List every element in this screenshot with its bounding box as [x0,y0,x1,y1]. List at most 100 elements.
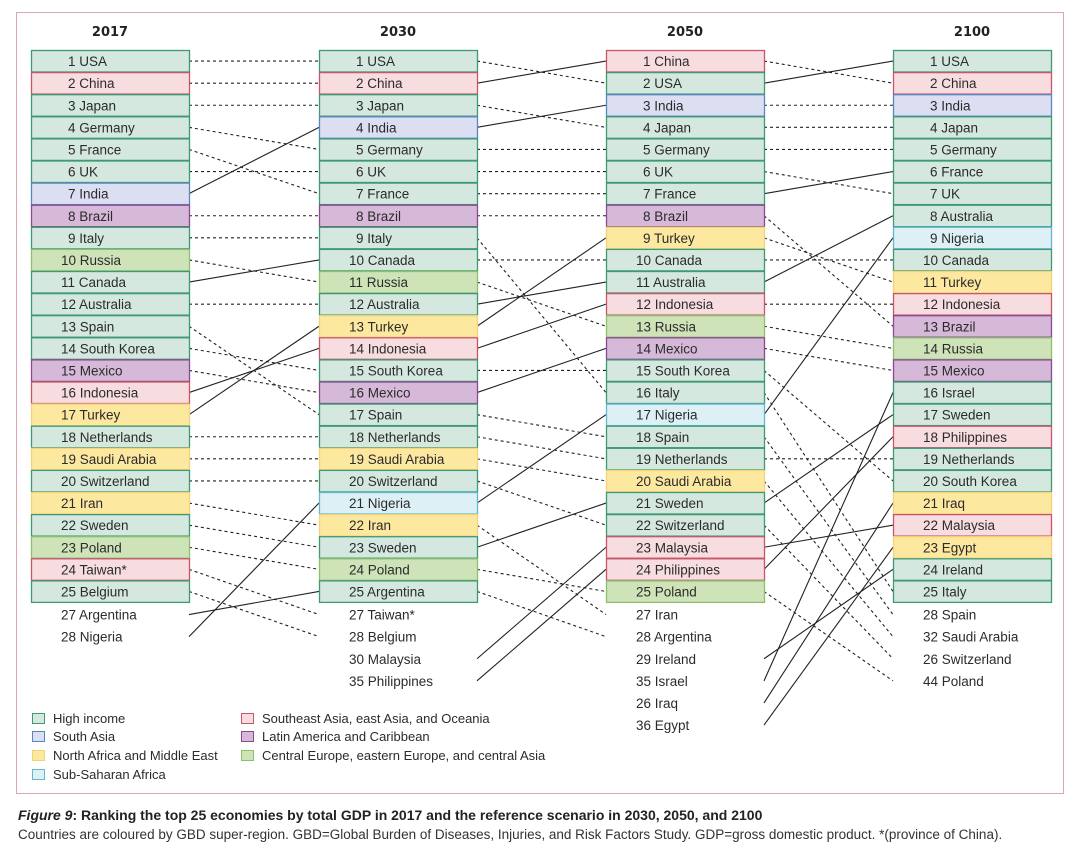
connector-line [763,436,894,570]
rank-label: 16 Mexico [349,386,411,401]
rank-box [892,182,1053,206]
rank-label: 23 Poland [61,540,122,555]
rank-label: 3 Japan [68,98,116,113]
rank-label: 11 Australia [636,275,706,290]
rank-label: 12 Indonesia [923,297,1001,312]
connector-line [763,215,894,327]
rank-box [318,49,479,73]
rank-label: 25 Belgium [61,584,129,599]
legend-swatch [241,713,254,724]
outside-rank-label: 26 Iraq [636,696,678,711]
rank-label: 9 Turkey [643,231,695,246]
rank-box [30,226,191,250]
connector-line [476,237,607,327]
legend-swatch [241,731,254,742]
rank-label: 18 Netherlands [61,430,153,445]
rank-label: 21 Sweden [636,496,704,511]
year-label: 2100 [954,25,990,40]
rank-box [605,94,766,117]
connector-line [476,414,607,504]
rank-label: 16 Israel [923,386,975,401]
rank-label: 13 Turkey [349,319,409,334]
rank-label: 19 Saudi Arabia [61,452,157,467]
rank-box [892,491,1053,515]
legend-item-north-africa-middle-east: North Africa and Middle East [32,748,218,763]
connector-line [188,546,320,570]
rank-label: 20 South Korea [923,474,1017,489]
rank-label: 25 Italy [923,584,967,599]
connector-line [188,502,320,526]
connector-line [476,546,607,660]
rank-label: 13 Russia [636,319,697,334]
rank-label: 9 Italy [356,231,392,246]
rank-label: 7 France [643,187,696,202]
rank-box [318,226,479,250]
outside-rank-label: 27 Taiwan* [349,608,416,623]
connector-line [476,568,607,682]
legend-item-central-europe: Central Europe, eastern Europe, and cent… [241,748,545,763]
connector-line [763,392,894,592]
connector-line [763,502,894,704]
rank-label: 8 Brazil [356,209,401,224]
figure-label: Figure 9 [18,807,73,823]
connector-line [763,325,894,349]
outside-rank-label: 27 Argentina [61,608,137,623]
rank-label: 23 Egypt [923,540,977,555]
rank-label: 16 Indonesia [61,386,139,401]
connector-line [188,568,320,616]
rank-label: 5 France [68,142,121,157]
legend-swatch [241,750,254,761]
figure-caption: Figure 9: Ranking the top 25 economies b… [18,805,1068,845]
outside-rank-label: 35 Israel [636,674,688,689]
legend-item-south-asia: South Asia [32,729,115,744]
rank-label: 1 USA [68,54,107,69]
rank-label: 20 Saudi Arabia [636,474,732,489]
rank-label: 18 Spain [636,430,689,445]
outside-rank-label: 28 Spain [923,608,976,623]
connector-lines [188,60,894,726]
rank-label: 11 Canada [61,275,127,290]
rank-label: 11 Turkey [923,275,982,290]
outside-rank-label: 27 Iran [636,608,678,623]
rank-box [892,94,1053,117]
outside-rank-label: 32 Saudi Arabia [923,630,1019,645]
rank-label: 22 Malaysia [923,518,996,533]
rank-label: 1 USA [930,54,969,69]
outside-rank-label: 28 Nigeria [61,630,123,645]
connector-line [188,590,320,638]
connector-line [188,369,320,394]
rank-label: 11 Russia [349,275,409,290]
connector-line [763,347,894,371]
rank-label: 23 Sweden [349,540,417,555]
rank-label: 5 Germany [930,142,997,157]
rank-label: 22 Sweden [61,518,129,533]
connector-line [476,303,607,349]
rank-box [605,381,766,405]
rank-label: 24 Ireland [923,562,983,577]
connector-line [476,590,607,638]
connector-line [188,524,320,548]
rank-label: 12 Australia [61,297,132,312]
rank-label: 6 UK [356,165,386,180]
rank-label: 2 China [356,76,403,91]
connector-line [763,370,894,482]
rank-label: 10 Canada [923,253,990,268]
rank-label: 21 Nigeria [349,496,411,511]
connector-line [476,568,607,592]
rank-label: 1 China [643,54,690,69]
rank-label: 15 Mexico [923,363,985,378]
rank-label: 17 Nigeria [636,408,698,423]
rank-box [30,49,191,73]
outside-rank-label: 35 Philippines [349,674,433,689]
legend-label: Central Europe, eastern Europe, and cent… [262,748,546,763]
outside-rank-label: 26 Switzerland [923,652,1012,667]
connector-line [188,347,320,371]
legend-item-southeast-asia: Southeast Asia, east Asia, and Oceania [241,711,490,726]
caption-text: Countries are coloured by GBD super-regi… [18,827,1003,842]
legend-item-sub-saharan-africa: Sub-Saharan Africa [32,767,166,782]
rank-label: 13 Spain [61,319,114,334]
rank-box [318,160,479,184]
connector-line [476,436,607,460]
connector-line [763,568,894,660]
outside-rank-label: 30 Malaysia [349,652,422,667]
